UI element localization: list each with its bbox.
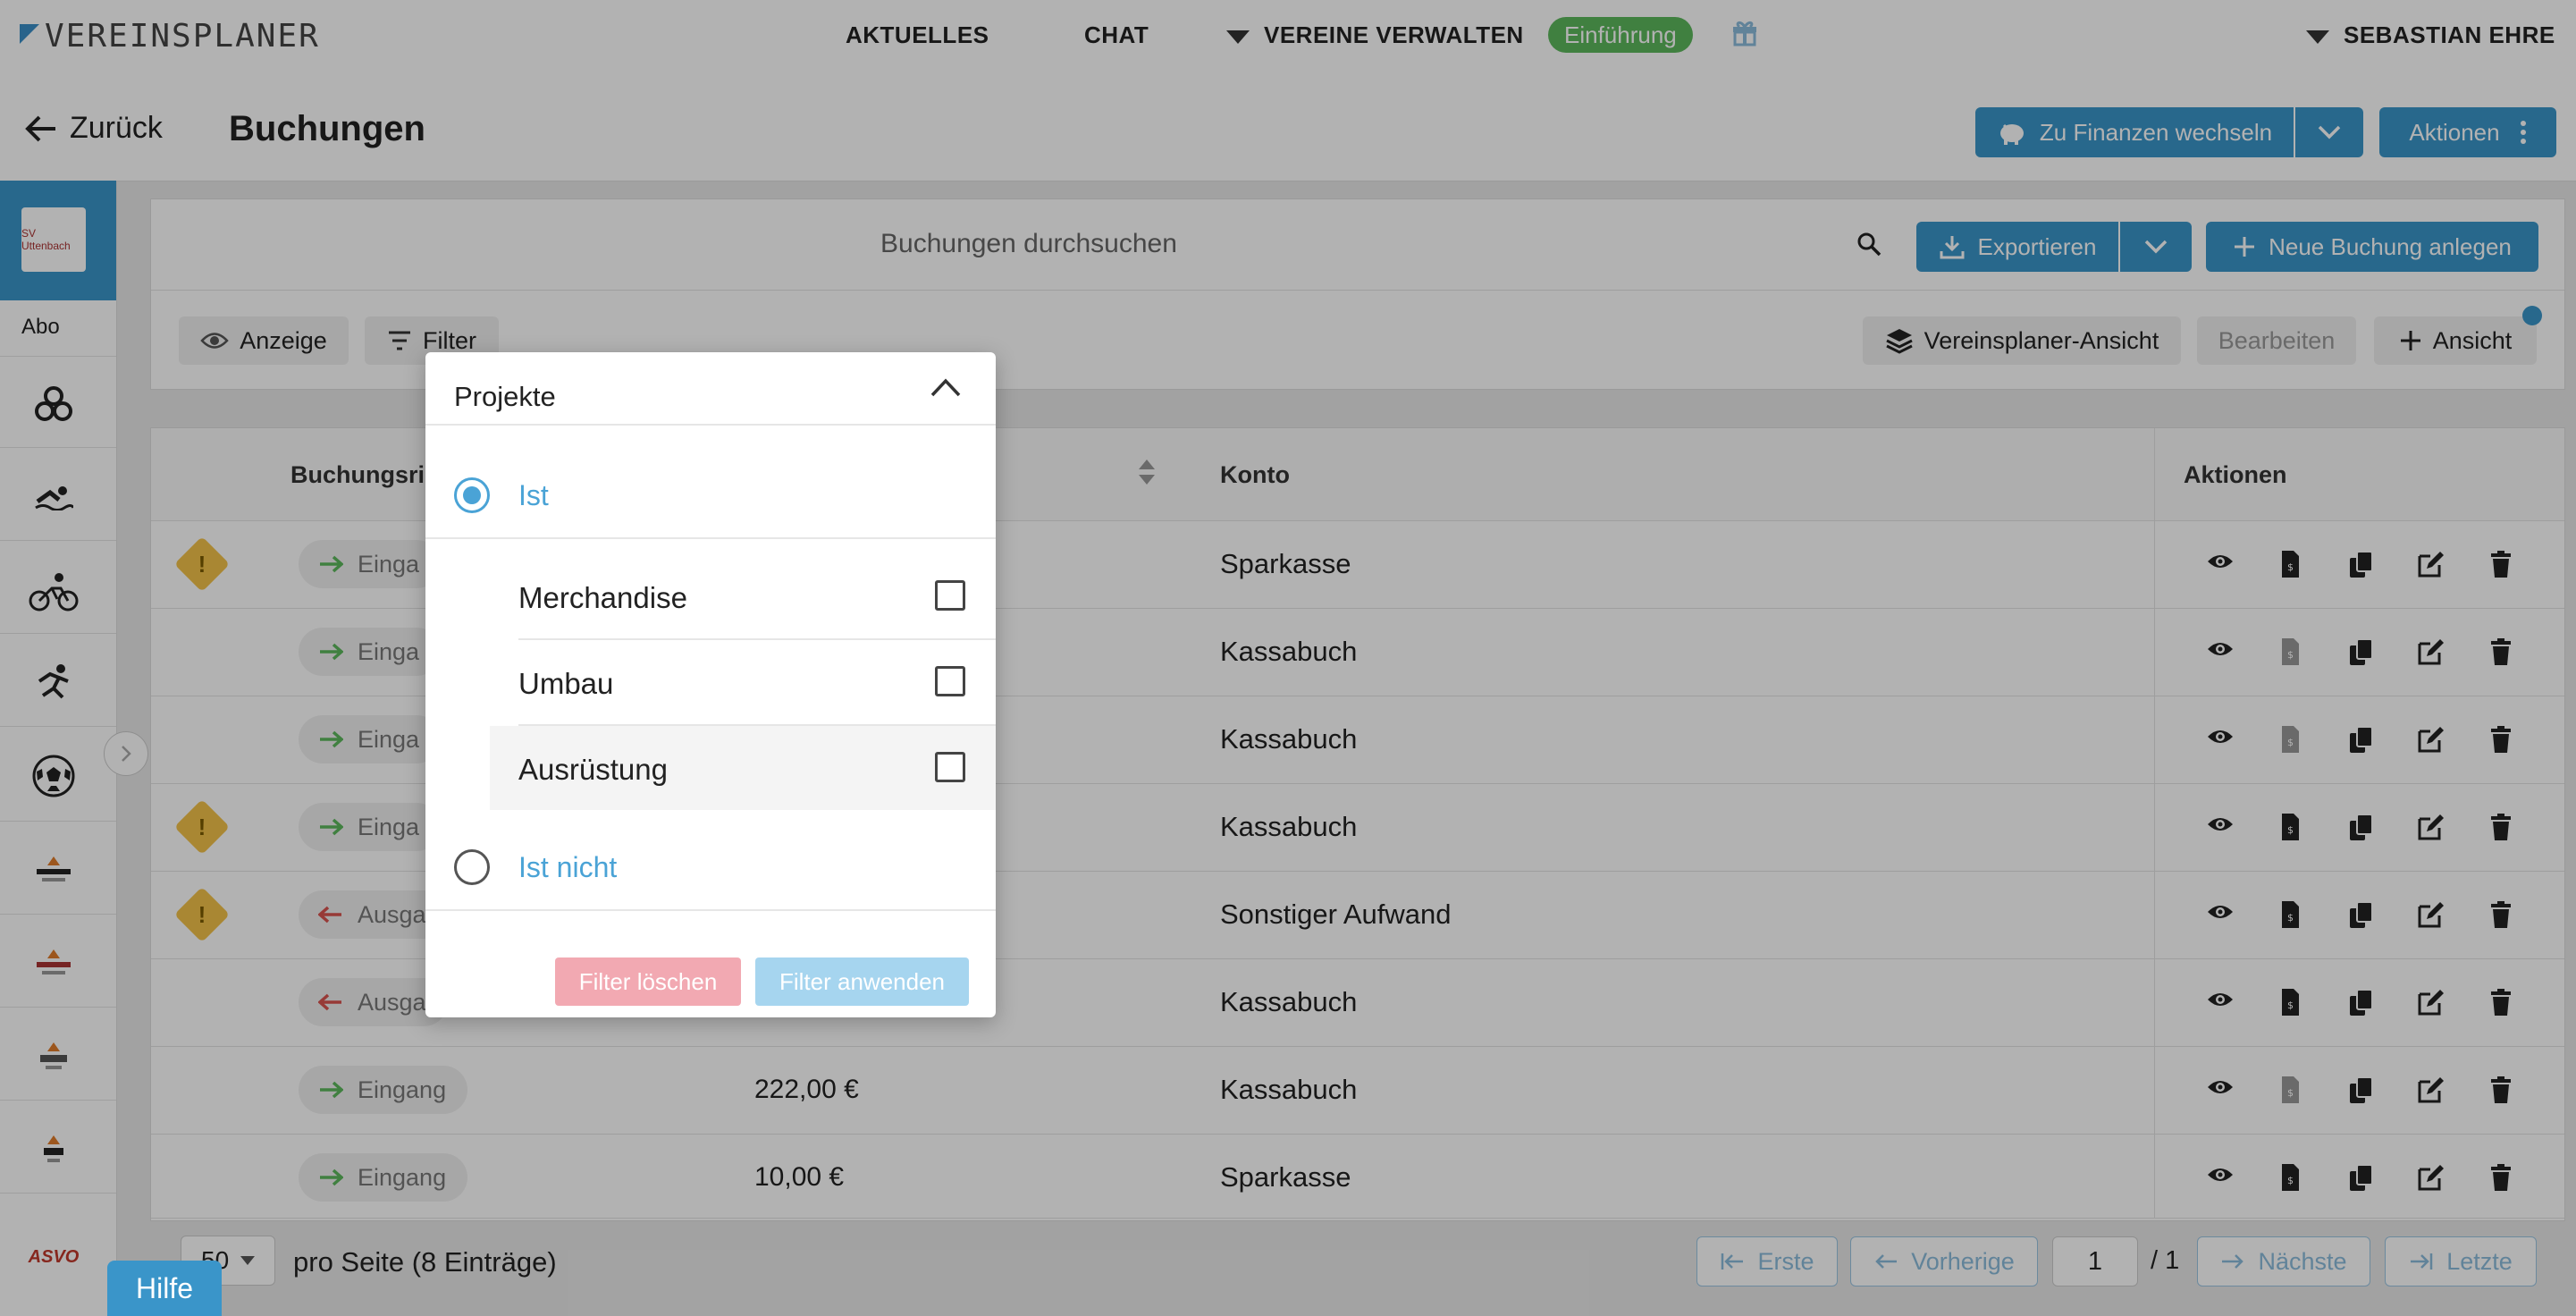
filter-dropdown-title: Projekte	[454, 381, 556, 412]
option-checkbox[interactable]	[935, 580, 965, 611]
dropdown-divider	[425, 424, 996, 426]
radio-ist-nicht[interactable]	[454, 849, 490, 885]
option-checkbox[interactable]	[935, 752, 965, 782]
dropdown-divider	[518, 638, 996, 640]
modal-backdrop[interactable]	[0, 0, 2576, 1316]
dropdown-divider	[425, 909, 996, 911]
hilfe-button[interactable]: Hilfe	[107, 1261, 222, 1316]
radio-ist-nicht-label[interactable]: Ist nicht	[518, 851, 617, 884]
filter-anwenden-button[interactable]: Filter anwenden	[755, 957, 969, 1006]
option-label[interactable]: Ausrüstung	[518, 753, 668, 787]
filter-loeschen-button[interactable]: Filter löschen	[555, 957, 741, 1006]
radio-ist-label[interactable]: Ist	[518, 479, 549, 512]
dropdown-divider	[425, 537, 996, 539]
option-checkbox[interactable]	[935, 666, 965, 696]
option-label[interactable]: Merchandise	[518, 581, 687, 615]
option-label[interactable]: Umbau	[518, 667, 613, 701]
radio-ist[interactable]	[454, 477, 490, 513]
projekte-filter-dropdown: Projekte Ist Merchandise Umbau Ausrüstun…	[425, 352, 996, 1017]
chevron-up-icon[interactable]	[930, 375, 962, 399]
